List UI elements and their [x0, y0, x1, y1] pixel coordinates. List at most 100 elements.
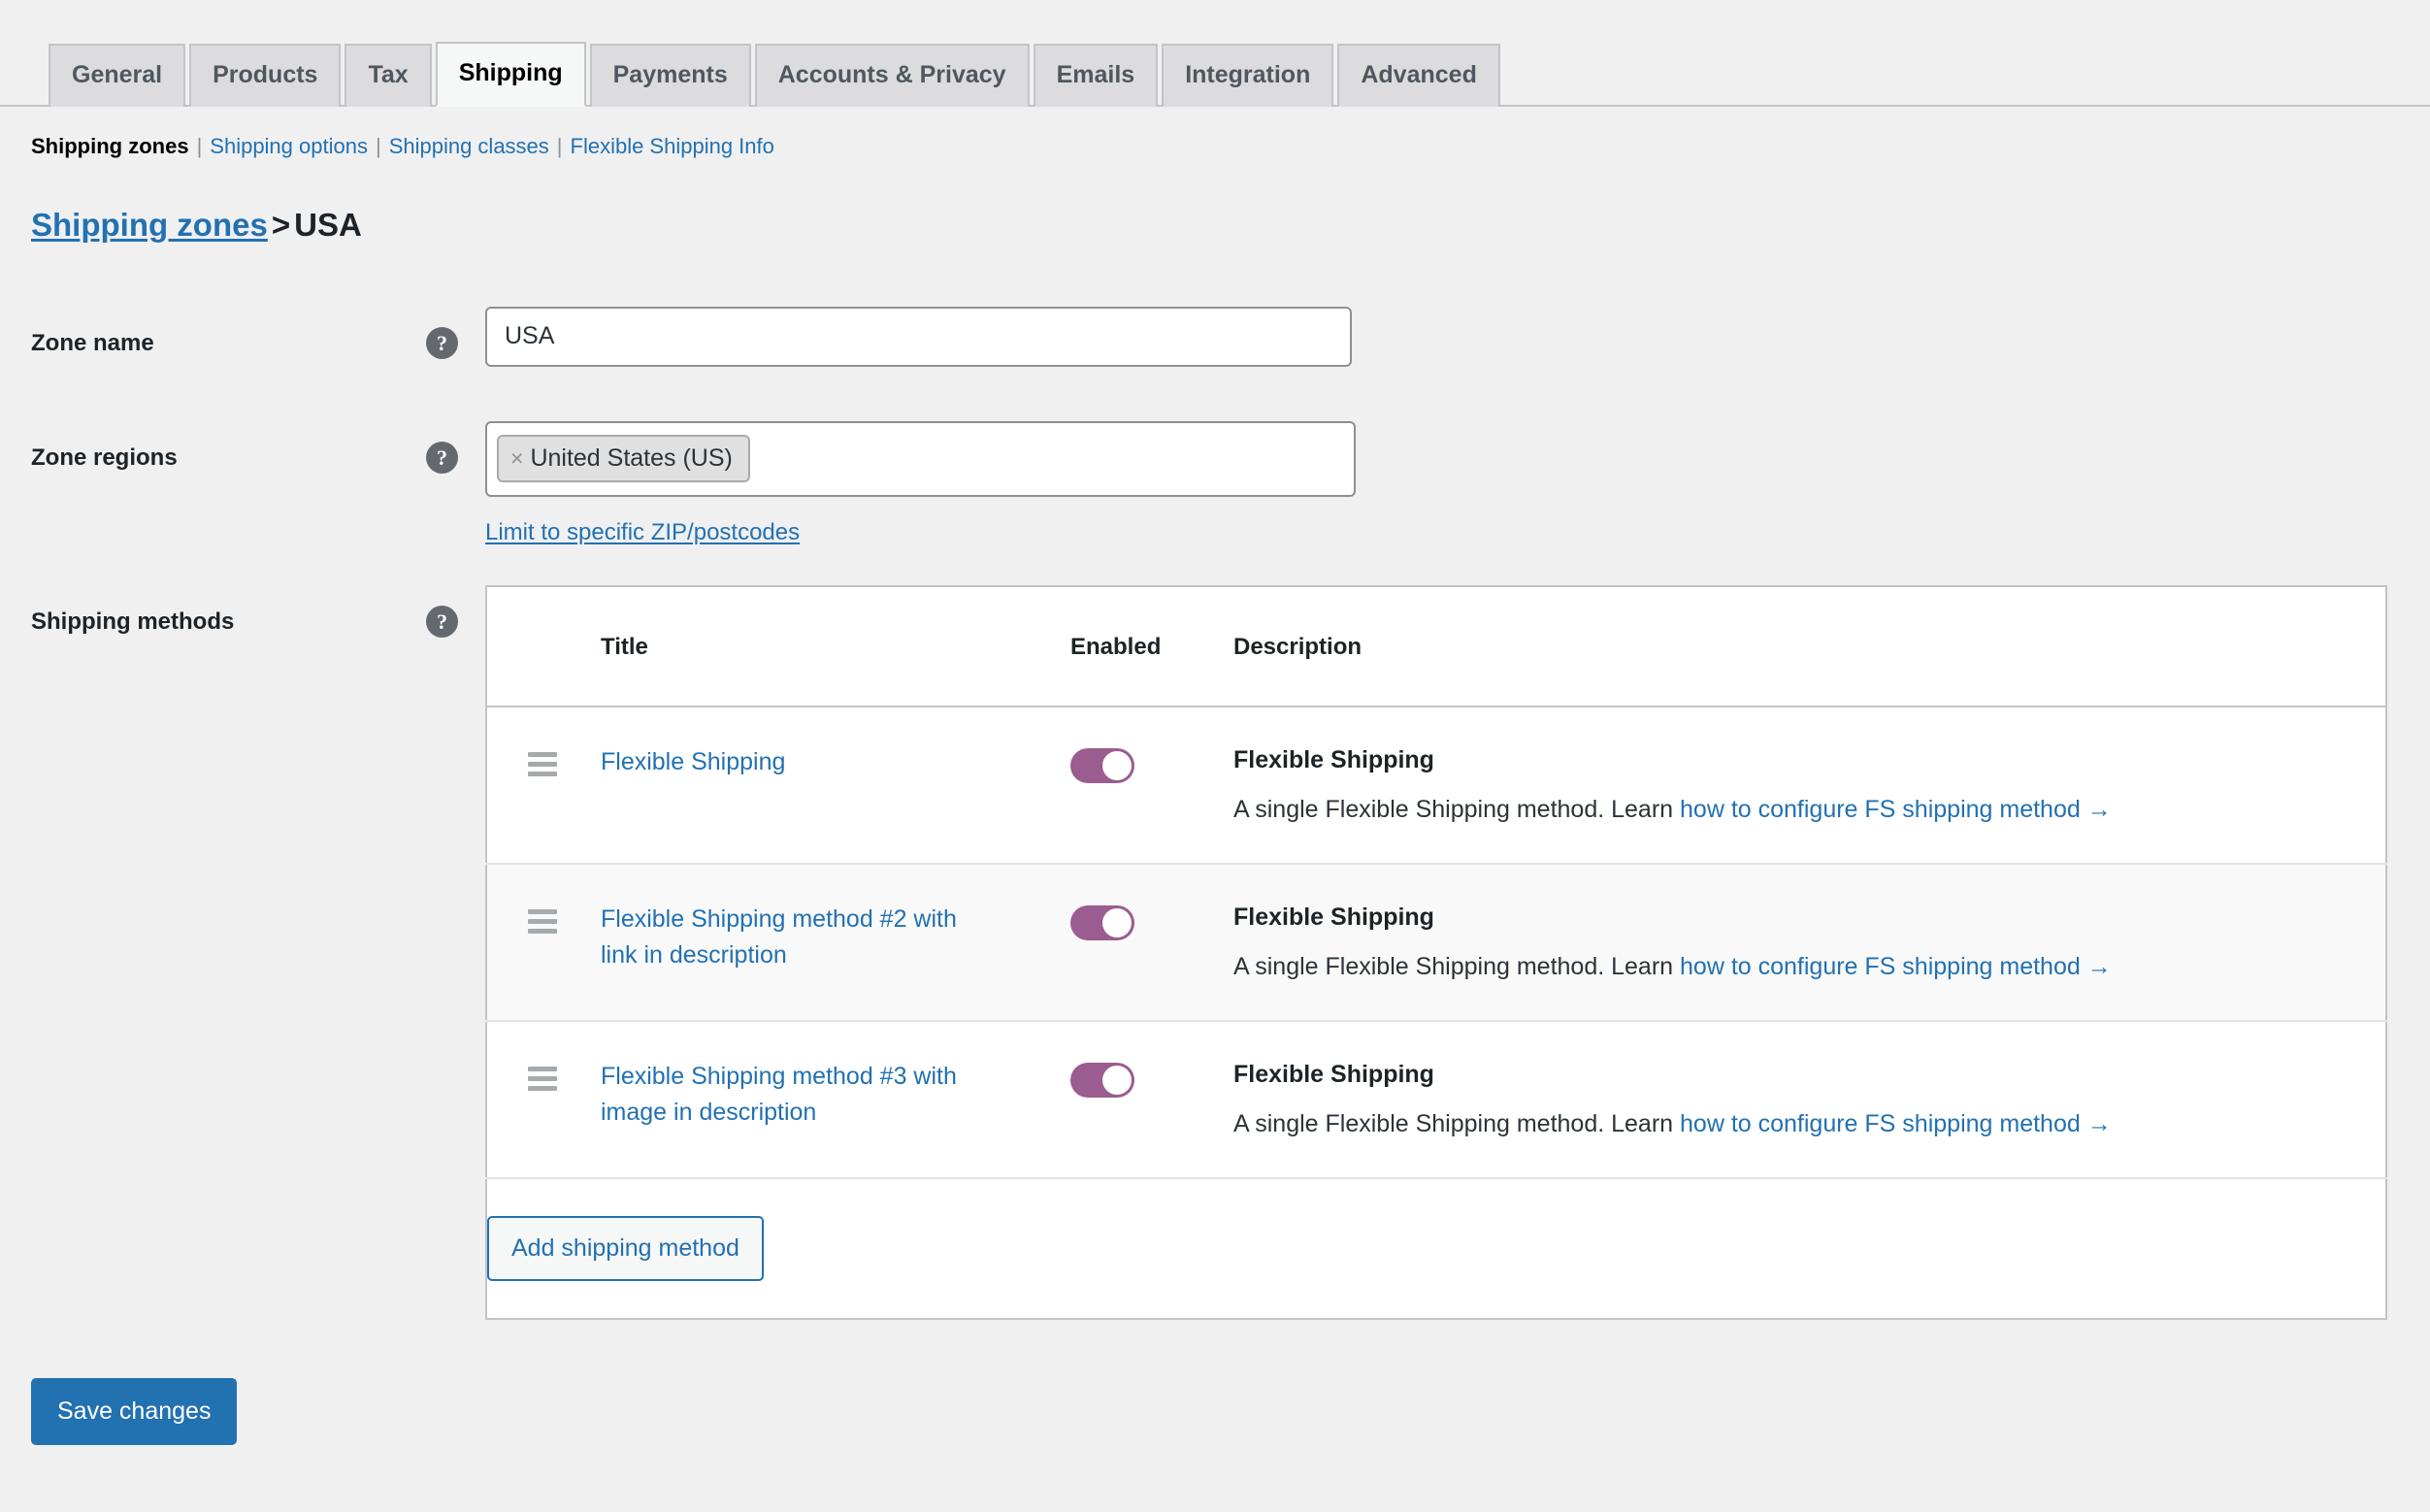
enabled-toggle-1[interactable]	[1070, 747, 1134, 783]
row-handle-cell	[486, 1020, 601, 1179]
toggle-knob	[1102, 750, 1132, 780]
table-header-row: Title Enabled Description	[486, 585, 2386, 707]
column-header-enabled: Enabled	[1070, 585, 1233, 707]
arrow-right-icon-2[interactable]: →	[2087, 953, 2112, 980]
row-handle-cell	[486, 706, 601, 865]
method-description-title-1: Flexible Shipping	[1233, 745, 1434, 773]
drag-handle-icon[interactable]	[528, 1059, 557, 1091]
method-description-body-2: A single Flexible Shipping method. Learn…	[1233, 951, 2385, 983]
submit-area: Save changes	[31, 1320, 2430, 1445]
desc-text-2: A single Flexible Shipping method. Learn	[1233, 953, 1681, 981]
method-description-title-3: Flexible Shipping	[1233, 1060, 1434, 1088]
configure-fs-link-1[interactable]: how to configure FS shipping method	[1680, 796, 2081, 823]
zone-regions-field-cell: × United States (US) Limit to specific ZI…	[485, 420, 2430, 546]
page-title: Shipping zones > USA	[0, 162, 2430, 247]
region-chip-label: United States (US)	[530, 444, 733, 473]
help-icon-zone-regions[interactable]: ?	[426, 441, 458, 474]
toggle-knob	[1102, 907, 1132, 937]
close-icon[interactable]: ×	[510, 447, 523, 470]
zone-name-field-cell	[485, 306, 2430, 367]
table-footer-row: Add shipping method	[486, 1177, 2386, 1320]
shipping-subnav: Shipping zones | Shipping options | Ship…	[0, 107, 2430, 162]
subnav-separator-2: |	[375, 134, 381, 158]
column-header-handle	[486, 585, 601, 707]
zone-regions-label-cell: Zone regions ?	[31, 421, 485, 474]
method-description-body-3: A single Flexible Shipping method. Learn…	[1233, 1108, 2385, 1140]
row-title-cell: Flexible Shipping	[601, 706, 1070, 865]
tab-payments[interactable]: Payments	[589, 43, 751, 107]
tab-general[interactable]: General	[49, 43, 186, 107]
subnav-item-flexible-shipping-info[interactable]: Flexible Shipping Info	[571, 132, 774, 162]
add-method-cell: Add shipping method	[486, 1177, 2386, 1320]
help-icon-zone-name[interactable]: ?	[426, 326, 458, 359]
shipping-methods-label: Shipping methods	[31, 608, 235, 635]
method-title-link-3[interactable]: Flexible Shipping method #3 with image i…	[601, 1059, 989, 1131]
row-description-cell: Flexible Shipping A single Flexible Ship…	[1233, 863, 2386, 1022]
shipping-methods-table-head: Title Enabled Description	[486, 585, 2386, 707]
arrow-right-icon-1[interactable]: →	[2087, 796, 2112, 823]
settings-tab-bar: General Products Tax Shipping Payments A…	[0, 0, 2430, 107]
tab-emails[interactable]: Emails	[1033, 43, 1159, 107]
save-changes-button[interactable]: Save changes	[31, 1377, 238, 1445]
row-enabled-cell	[1070, 863, 1233, 1022]
subnav-link-shipping-options[interactable]: Shipping options	[210, 134, 368, 158]
method-description-title-2: Flexible Shipping	[1233, 903, 1434, 931]
enabled-toggle-2[interactable]	[1070, 904, 1134, 940]
enabled-toggle-3[interactable]	[1070, 1062, 1134, 1098]
method-description-body-1: A single Flexible Shipping method. Learn…	[1233, 794, 2385, 826]
arrow-right-icon-3[interactable]: →	[2087, 1110, 2112, 1137]
zone-regions-label: Zone regions	[31, 444, 178, 471]
method-title-link-2[interactable]: Flexible Shipping method #2 with link in…	[601, 902, 989, 973]
desc-text-1: A single Flexible Shipping method. Learn	[1233, 796, 1681, 824]
subnav-item-shipping-options[interactable]: Shipping options	[210, 132, 368, 162]
table-row: Flexible Shipping method #3 with image i…	[486, 1020, 2386, 1179]
zone-name-row: Zone name ?	[31, 306, 2430, 367]
tab-products[interactable]: Products	[189, 43, 342, 107]
shipping-methods-table: Title Enabled Description Flexible Shipp…	[485, 584, 2387, 1320]
zone-regions-select[interactable]: × United States (US)	[485, 420, 1356, 497]
drag-handle-icon[interactable]	[528, 744, 557, 776]
shipping-methods-label-cell: Shipping methods ?	[31, 585, 485, 638]
subnav-link-shipping-classes[interactable]: Shipping classes	[389, 134, 549, 158]
column-header-title: Title	[601, 585, 1070, 707]
table-row: Flexible Shipping method #2 with link in…	[486, 863, 2386, 1022]
row-description-cell: Flexible Shipping A single Flexible Ship…	[1233, 1020, 2386, 1179]
tab-shipping[interactable]: Shipping	[435, 41, 586, 107]
configure-fs-link-3[interactable]: how to configure FS shipping method	[1680, 1110, 2081, 1137]
subnav-item-shipping-classes[interactable]: Shipping classes	[389, 132, 549, 162]
subnav-link-flexible-shipping-info[interactable]: Flexible Shipping Info	[571, 134, 774, 158]
drag-handle-icon[interactable]	[528, 902, 557, 934]
breadcrumb-shipping-zones-link[interactable]: Shipping zones	[31, 207, 268, 243]
tab-advanced[interactable]: Advanced	[1337, 43, 1500, 107]
tab-integration[interactable]: Integration	[1162, 43, 1334, 107]
shipping-methods-table-body: Flexible Shipping Flexible Shipping A si…	[486, 706, 2386, 1320]
row-enabled-cell	[1070, 1020, 1233, 1179]
tab-tax[interactable]: Tax	[345, 43, 432, 107]
method-title-link-1[interactable]: Flexible Shipping	[601, 744, 785, 780]
row-handle-cell	[486, 863, 601, 1022]
configure-fs-link-2[interactable]: how to configure FS shipping method	[1680, 953, 2081, 980]
subnav-item-shipping-zones[interactable]: Shipping zones	[31, 132, 189, 162]
tab-accounts-privacy[interactable]: Accounts & Privacy	[754, 43, 1030, 107]
zone-name-input[interactable]	[485, 306, 1352, 367]
breadcrumb-chevron: >	[271, 206, 291, 243]
desc-text-3: A single Flexible Shipping method. Learn	[1233, 1110, 1681, 1138]
row-title-cell: Flexible Shipping method #2 with link in…	[601, 863, 1070, 1022]
zone-name-label-cell: Zone name ?	[31, 307, 485, 359]
region-chip-united-states[interactable]: × United States (US)	[497, 435, 750, 483]
subnav-separator-1: |	[196, 134, 203, 158]
subnav-separator-3: |	[556, 134, 563, 158]
limit-postcodes-link[interactable]: Limit to specific ZIP/postcodes	[485, 519, 800, 546]
shipping-methods-row: Shipping methods ? Title Enabled Descrip…	[31, 584, 2430, 1320]
row-enabled-cell	[1070, 706, 1233, 865]
zone-regions-row: Zone regions ? × United States (US) Limit…	[31, 420, 2430, 546]
row-description-cell: Flexible Shipping A single Flexible Ship…	[1233, 706, 2386, 865]
column-header-description: Description	[1233, 585, 2386, 707]
zone-name-label: Zone name	[31, 329, 154, 356]
toggle-knob	[1102, 1065, 1132, 1095]
table-row: Flexible Shipping Flexible Shipping A si…	[486, 706, 2386, 865]
breadcrumb-current-zone: USA	[294, 206, 362, 243]
add-shipping-method-button[interactable]: Add shipping method	[487, 1215, 764, 1281]
help-icon-shipping-methods[interactable]: ?	[426, 605, 458, 638]
zone-settings-form: Zone name ? Zone regions ? × United State…	[0, 306, 2430, 1445]
